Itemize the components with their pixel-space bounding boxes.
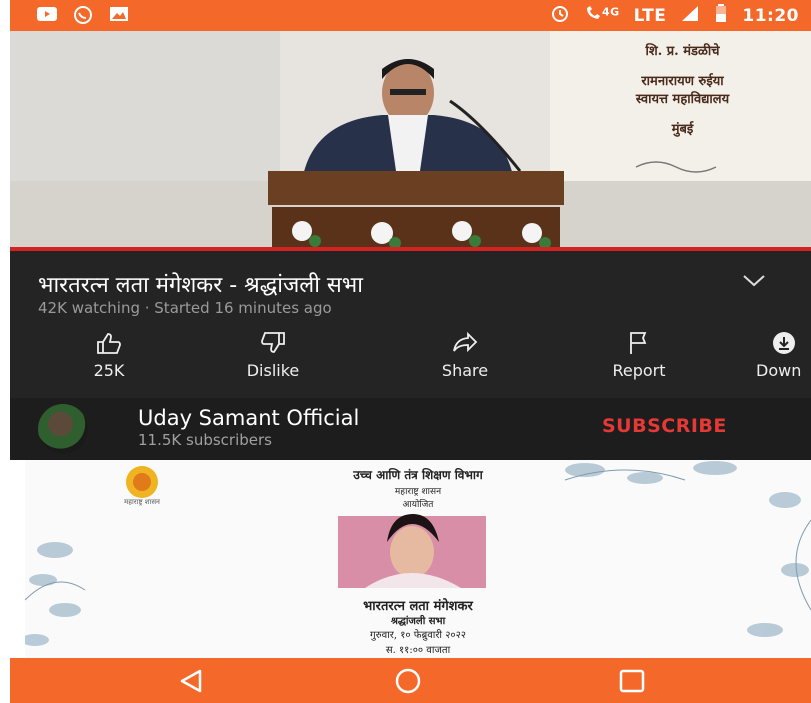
report-label: Report bbox=[612, 361, 666, 380]
poster-event: श्रद्धांजली सभा bbox=[390, 616, 446, 627]
slide-line: शि. प्र. मंडळीचे bbox=[645, 44, 720, 59]
share-label: Share bbox=[441, 361, 489, 380]
slide-line: रामनारायण रुईया bbox=[641, 74, 724, 89]
flag-icon bbox=[630, 332, 647, 354]
call-4g-icon: 4G bbox=[584, 4, 620, 27]
poster-date: गुरुवार, १० फेब्रुवारी २०२२ bbox=[369, 630, 466, 641]
poster-time: स. ११:०० वाजता bbox=[385, 645, 451, 656]
navigation-bar bbox=[10, 658, 811, 703]
thumb-down-icon bbox=[261, 332, 285, 353]
event-poster: महाराष्ट्र शासन उच्च आणि तंत्र शिक्षण वि… bbox=[25, 460, 811, 658]
report-button[interactable]: Report bbox=[584, 331, 694, 380]
like-button[interactable]: 25K bbox=[54, 331, 164, 380]
signal-icon bbox=[680, 4, 700, 27]
chevron-down-icon[interactable] bbox=[741, 271, 767, 289]
subscriber-count: 11.5K subscribers bbox=[138, 431, 272, 449]
poster-subtitle: महाराष्ट्र शासन bbox=[394, 487, 442, 497]
slide-line: स्वायत्त महाविद्यालय bbox=[635, 92, 730, 107]
download-icon bbox=[773, 332, 795, 354]
subscribe-button[interactable]: SUBSCRIBE bbox=[602, 415, 727, 437]
network-type: LTE bbox=[633, 5, 667, 26]
youtube-notification-icon bbox=[36, 5, 58, 23]
alarm-icon bbox=[550, 3, 570, 28]
battery-icon bbox=[714, 3, 728, 28]
video-info-panel: भारतरत्न लता मंगेशकर - श्रद्धांजली सभा 4… bbox=[10, 251, 811, 398]
share-button[interactable]: Share bbox=[410, 331, 520, 380]
recents-icon[interactable] bbox=[612, 666, 652, 696]
dislike-button[interactable]: Dislike bbox=[218, 331, 328, 380]
action-bar: 25K Dislike Share Report Down bbox=[10, 331, 811, 391]
home-icon[interactable] bbox=[388, 666, 428, 696]
thumb-up-icon bbox=[97, 333, 121, 354]
status-bar: 4G LTE 11:20 bbox=[10, 0, 811, 31]
slide-line: मुंबई bbox=[671, 122, 694, 137]
clock: 11:20 bbox=[742, 5, 799, 26]
gallery-icon bbox=[108, 5, 130, 23]
video-player[interactable]: शि. प्र. मंडळीचे रामनारायण रुईया स्वायत्… bbox=[10, 31, 811, 251]
channel-avatar[interactable] bbox=[38, 404, 88, 454]
whatsapp-icon bbox=[72, 5, 94, 24]
share-icon bbox=[453, 331, 478, 353]
channel-name[interactable]: Uday Samant Official bbox=[138, 406, 359, 430]
video-title[interactable]: भारतरत्न लता मंगेशकर - श्रद्धांजली सभा bbox=[38, 269, 363, 299]
channel-row: Uday Samant Official 11.5K subscribers S… bbox=[10, 398, 811, 460]
like-count: 25K bbox=[93, 361, 125, 380]
back-icon[interactable] bbox=[170, 666, 210, 696]
download-button[interactable]: Down bbox=[740, 331, 811, 380]
video-meta: 42K watching · Started 16 minutes ago bbox=[38, 299, 332, 317]
poster-name: भारतरत्न लता मंगेशकर bbox=[363, 599, 473, 614]
download-label: Down bbox=[756, 361, 802, 380]
poster-header: उच्च आणि तंत्र शिक्षण विभाग bbox=[353, 468, 483, 482]
dislike-label: Dislike bbox=[246, 361, 300, 380]
poster-subtitle: आयोजित bbox=[402, 500, 434, 510]
